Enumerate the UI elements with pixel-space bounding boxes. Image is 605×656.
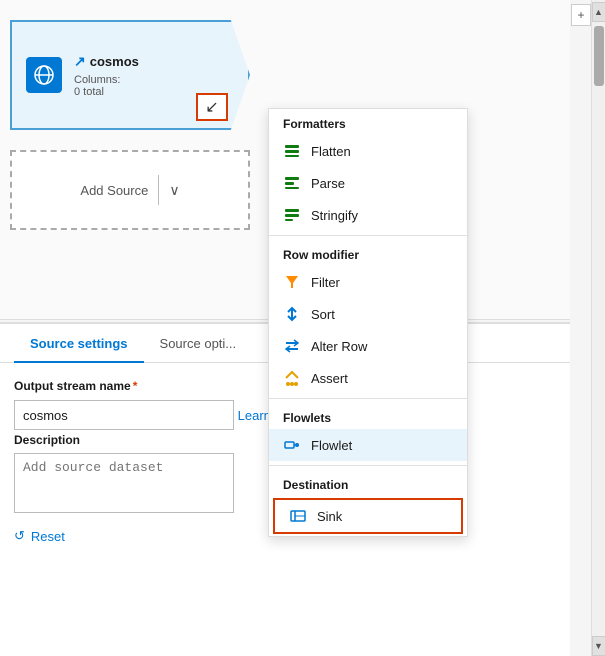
assert-icon [283,369,301,387]
cosmos-title-icon: ↗ [74,53,86,70]
divider-1 [269,235,467,236]
right-toolbar: + [571,0,591,26]
reset-icon: ↺ [14,528,25,544]
menu-item-filter[interactable]: Filter [269,266,467,298]
flowlet-icon [283,436,301,454]
output-stream-input[interactable] [14,400,234,430]
flatten-icon [283,142,301,160]
tab-source-options[interactable]: Source opti... [144,324,253,363]
cosmos-columns: Columns: 0 total [74,74,139,98]
dropdown-menu: Formatters Flatten Parse Stringify Row m… [268,108,468,537]
cosmos-icon [26,57,62,93]
node-action-icon: ↙ [205,97,218,117]
plus-icon: + [577,8,584,22]
flowlets-header: Flowlets [269,403,467,429]
required-star: * [133,379,138,393]
node-action-button[interactable]: ↙ [196,93,228,121]
menu-item-stringify[interactable]: Stringify [269,199,467,231]
scroll-down-button[interactable]: ▼ [592,636,605,656]
menu-item-flowlet[interactable]: Flowlet [269,429,467,461]
sink-label: Sink [317,509,342,524]
filter-icon [283,273,301,291]
add-source-divider [158,175,159,205]
sort-icon [283,305,301,323]
flowlet-label: Flowlet [311,438,352,453]
scroll-up-button[interactable]: ▲ [592,2,605,22]
filter-label: Filter [311,275,340,290]
alterrow-label: Alter Row [311,339,367,354]
menu-item-flatten[interactable]: Flatten [269,135,467,167]
flatten-label: Flatten [311,144,351,159]
scrollbar-thumb[interactable] [594,26,604,86]
cosmos-info: ↗ cosmos Columns: 0 total [74,53,139,98]
cosmos-title: ↗ cosmos [74,53,139,70]
assert-label: Assert [311,371,348,386]
sink-icon [289,507,307,525]
row-modifier-header: Row modifier [269,240,467,266]
destination-header: Destination [269,470,467,496]
menu-item-assert[interactable]: Assert [269,362,467,394]
menu-item-sort[interactable]: Sort [269,298,467,330]
divider-2 [269,398,467,399]
stringify-label: Stringify [311,208,358,223]
alterrow-icon [283,337,301,355]
plus-button[interactable]: + [571,4,591,26]
description-input[interactable] [14,453,234,513]
formatters-header: Formatters [269,109,467,135]
add-source-area[interactable]: Add Source ∨ [10,150,250,230]
cosmos-name: cosmos [90,54,139,69]
menu-item-parse[interactable]: Parse [269,167,467,199]
chevron-down-icon[interactable]: ∨ [169,182,179,199]
menu-item-sink[interactable]: Sink [273,498,463,534]
menu-item-alterrow[interactable]: Alter Row [269,330,467,362]
sort-label: Sort [311,307,335,322]
tab-source-settings[interactable]: Source settings [14,324,144,363]
stringify-icon [283,206,301,224]
parse-icon [283,174,301,192]
add-source-label: Add Source [80,183,148,198]
parse-label: Parse [311,176,345,191]
right-scrollbar[interactable]: ▲ ▼ [591,0,605,656]
divider-3 [269,465,467,466]
